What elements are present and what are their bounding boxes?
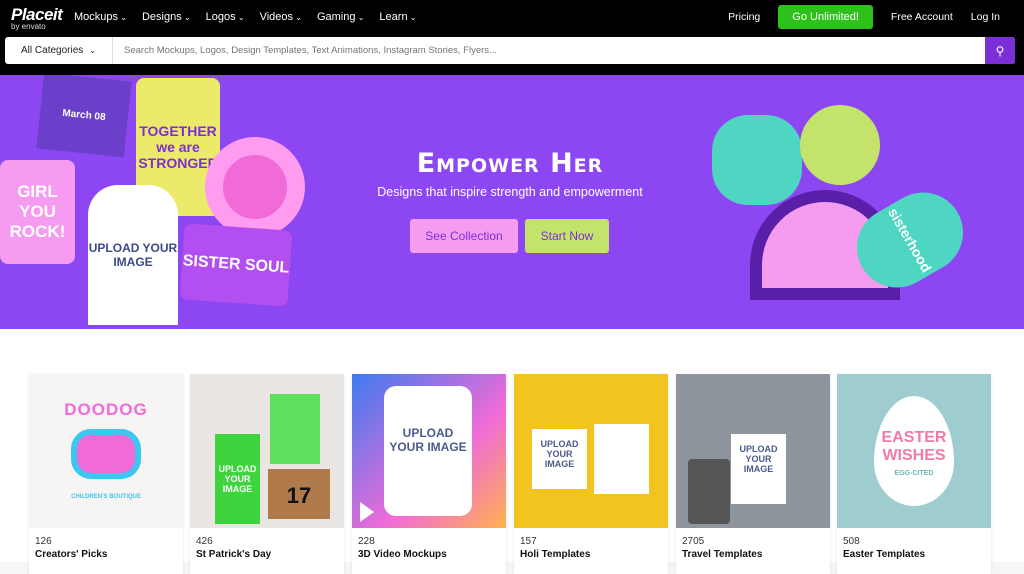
egg-cited-art: EGG-CITED bbox=[894, 470, 934, 477]
nav-mockups[interactable]: Mockups bbox=[74, 11, 127, 23]
hero-banner: March 08 TOGETHER we are STRONGER GIRL Y… bbox=[0, 75, 1024, 329]
green-mug-art-2 bbox=[270, 394, 320, 464]
card-count: 126 bbox=[35, 536, 52, 547]
nav-gaming[interactable]: Gaming bbox=[317, 11, 364, 23]
main-nav: Mockups Designs Logos Videos Gaming Lear… bbox=[74, 11, 417, 23]
top-bar: Placeitby envato Mockups Designs Logos V… bbox=[0, 0, 1024, 75]
go-unlimited-button[interactable]: Go Unlimited! bbox=[778, 5, 873, 29]
category-card-3d-video[interactable]: UPLOAD YOUR IMAGE 228 3D Video Mockups bbox=[352, 374, 506, 574]
girl-rock-card-art: GIRL YOU ROCK! bbox=[0, 160, 75, 264]
easter-wishes-art: EASTER WISHES bbox=[881, 429, 947, 464]
sister-soul-card-art: SISTER SOUL bbox=[179, 223, 293, 307]
card-count: 426 bbox=[196, 536, 213, 547]
tshirt-mockup-art-2 bbox=[594, 424, 649, 494]
search-button[interactable]: ⚲ bbox=[985, 37, 1015, 64]
category-card-travel[interactable]: UPLOAD YOUR IMAGE 2705 Travel Templates bbox=[676, 374, 830, 574]
tshirt-mockup-art: UPLOAD YOUR IMAGE bbox=[384, 386, 472, 516]
header-actions: Pricing Go Unlimited! Free Account Log I… bbox=[728, 5, 1000, 29]
suitcase-art bbox=[688, 459, 730, 524]
march-card-art: March 08 bbox=[36, 75, 132, 158]
nav-designs[interactable]: Designs bbox=[142, 11, 191, 23]
model-tshirt-art: UPLOAD YOUR IMAGE bbox=[88, 185, 178, 325]
tshirt-mockup-art: UPLOAD YOUR IMAGE bbox=[532, 429, 587, 489]
dog-illustration bbox=[71, 429, 141, 479]
start-now-button[interactable]: Start Now bbox=[525, 219, 609, 253]
card-thumbnail: UPLOAD YOUR IMAGE 17 bbox=[190, 374, 344, 528]
flower-art bbox=[205, 137, 305, 237]
card-count: 2705 bbox=[682, 536, 705, 547]
card-thumbnail: UPLOAD YOUR IMAGE bbox=[514, 374, 668, 528]
category-card-st-patricks[interactable]: UPLOAD YOUR IMAGE 17 426 St Patrick's Da… bbox=[190, 374, 344, 574]
see-collection-button[interactable]: See Collection bbox=[410, 219, 518, 253]
card-title: Holi Templates bbox=[520, 549, 591, 560]
pricing-link[interactable]: Pricing bbox=[728, 11, 760, 23]
nav-logos[interactable]: Logos bbox=[206, 11, 245, 23]
category-card-easter[interactable]: EASTER WISHES EGG-CITED 508 Easter Templ… bbox=[837, 374, 991, 574]
card-thumbnail: UPLOAD YOUR IMAGE bbox=[676, 374, 830, 528]
card-thumbnail: DOODOG CHILDREN'S BOUTIQUE bbox=[29, 374, 183, 528]
free-account-link[interactable]: Free Account bbox=[891, 11, 953, 23]
boutique-art: CHILDREN'S BOUTIQUE bbox=[71, 494, 141, 500]
sisterhood-art-shape1 bbox=[712, 115, 802, 205]
search-icon: ⚲ bbox=[995, 43, 1005, 58]
play-icon[interactable] bbox=[360, 502, 374, 522]
tshirt-mockup-art: UPLOAD YOUR IMAGE bbox=[731, 434, 786, 504]
nav-videos[interactable]: Videos bbox=[260, 11, 302, 23]
category-card-holi[interactable]: UPLOAD YOUR IMAGE 157 Holi Templates bbox=[514, 374, 668, 574]
login-link[interactable]: Log In bbox=[971, 11, 1000, 23]
card-count: 228 bbox=[358, 536, 375, 547]
card-thumbnail: UPLOAD YOUR IMAGE bbox=[352, 374, 506, 528]
nav-learn[interactable]: Learn bbox=[379, 11, 416, 23]
card-count: 157 bbox=[520, 536, 537, 547]
hero-subtitle: Designs that inspire strength and empowe… bbox=[377, 185, 643, 199]
placeit-logo[interactable]: Placeit by envato bbox=[11, 5, 63, 31]
card-title: St Patrick's Day bbox=[196, 549, 272, 560]
sisterhood-art-shape2 bbox=[800, 105, 880, 185]
category-card-creators-picks[interactable]: DOODOG CHILDREN'S BOUTIQUE 126 Creators'… bbox=[29, 374, 183, 574]
card-title: Easter Templates bbox=[843, 549, 926, 560]
doodog-logo-art: DOODOG bbox=[64, 400, 148, 419]
card-title: 3D Video Mockups bbox=[358, 549, 447, 560]
card-title: Creators' Picks bbox=[35, 549, 108, 560]
search-input[interactable] bbox=[113, 37, 985, 64]
card-count: 508 bbox=[843, 536, 860, 547]
green-mug-art: UPLOAD YOUR IMAGE bbox=[215, 434, 260, 524]
card-thumbnail: EASTER WISHES EGG-CITED bbox=[837, 374, 991, 528]
hero-title: Empower Her bbox=[416, 148, 604, 179]
category-select[interactable]: All Categories bbox=[5, 37, 113, 64]
card-title: Travel Templates bbox=[682, 549, 763, 560]
calendar-block-art: 17 bbox=[268, 469, 330, 519]
search-bar: All Categories ⚲ bbox=[5, 37, 1015, 64]
